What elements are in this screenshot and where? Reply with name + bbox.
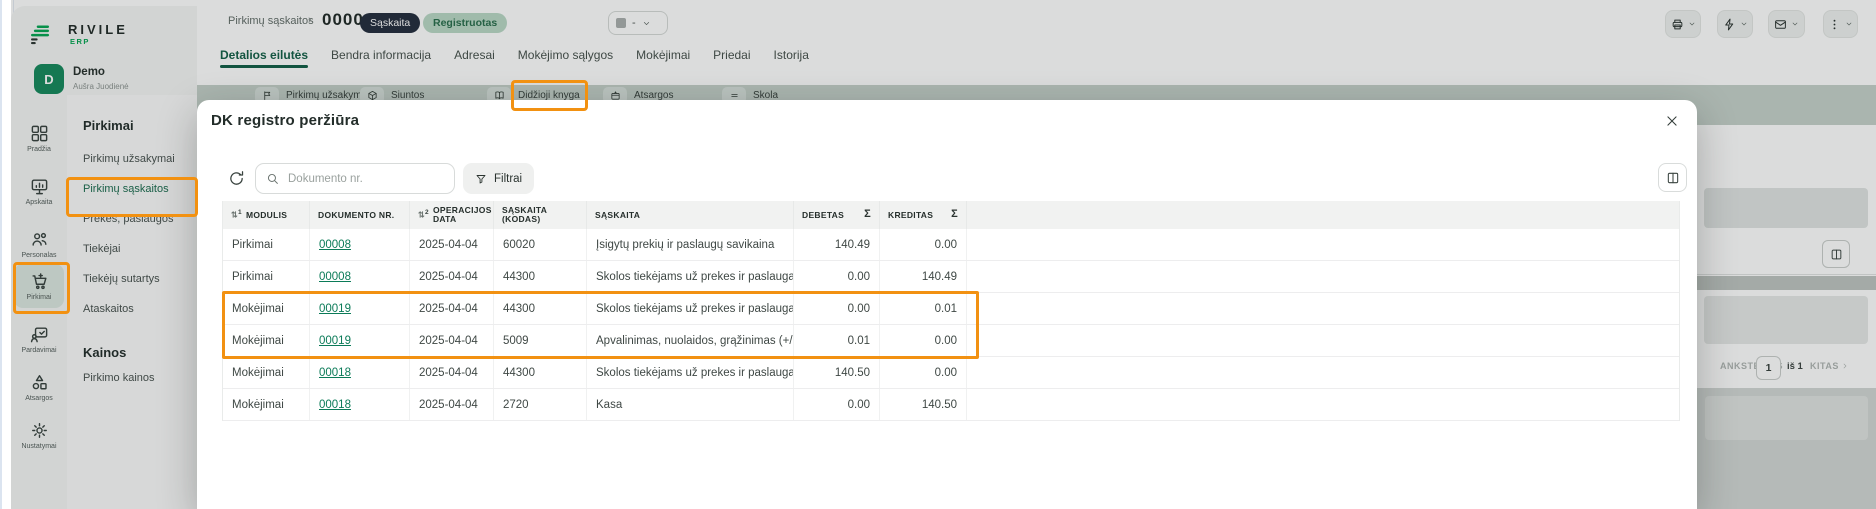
modal-title: DK registro peržiūra <box>211 112 359 129</box>
table-row[interactable]: Pirkimai 00008 2025-04-04 60020 Įsigytų … <box>223 229 1679 261</box>
cell-account-code: 2720 <box>494 389 587 420</box>
cell-credit: 0.00 <box>880 229 967 260</box>
cell-account-name: Kasa <box>587 389 794 420</box>
column-header[interactable]: DEBETAS Σ <box>794 201 880 229</box>
gl-register-table: ⇅1 MODULIS DOKUMENTO NR. ⇅2 OPERACIJOS D… <box>222 201 1680 421</box>
sort-indicator-icon[interactable]: ⇅2 <box>418 210 429 220</box>
columns-settings-button[interactable] <box>1658 163 1687 192</box>
column-label: MODULIS <box>246 211 287 220</box>
document-link[interactable]: 00008 <box>319 239 351 251</box>
document-link[interactable]: 00019 <box>319 335 351 347</box>
dk-register-modal: DK registro peržiūra Filtrai ⇅1 MODULIS … <box>197 100 1697 509</box>
column-header[interactable]: SĄSKAITA <box>587 201 794 229</box>
cell-account-code: 5009 <box>494 325 587 356</box>
table-row[interactable]: Mokėjimai 00019 2025-04-04 44300 Skolos … <box>223 293 1679 325</box>
search-input[interactable] <box>286 172 440 186</box>
column-label: OPERACIJOS DATA <box>433 206 492 224</box>
sort-indicator-icon[interactable]: ⇅1 <box>231 210 242 220</box>
cell-module: Pirkimai <box>223 229 310 260</box>
cell-credit: 0.00 <box>880 357 967 388</box>
cell-account-name: Skolos tiekėjams už prekes ir paslaugas <box>587 293 794 324</box>
cell-account-code: 60020 <box>494 229 587 260</box>
column-header[interactable]: ⇅1 MODULIS <box>223 201 310 229</box>
cell-document: 00018 <box>310 389 410 420</box>
cell-document: 00019 <box>310 325 410 356</box>
cell-module: Mokėjimai <box>223 293 310 324</box>
cell-date: 2025-04-04 <box>410 229 494 260</box>
cell-module: Mokėjimai <box>223 389 310 420</box>
cell-date: 2025-04-04 <box>410 357 494 388</box>
cell-account-name: Skolos tiekėjams už prekes ir paslaugas <box>587 357 794 388</box>
cell-document: 00018 <box>310 357 410 388</box>
column-label: SĄSKAITA <box>595 211 640 220</box>
cell-date: 2025-04-04 <box>410 325 494 356</box>
cell-module: Pirkimai <box>223 261 310 292</box>
table-header-row: ⇅1 MODULIS DOKUMENTO NR. ⇅2 OPERACIJOS D… <box>223 201 1679 229</box>
cell-debit: 140.49 <box>794 229 880 260</box>
cell-account-name: Įsigytų prekių ir paslaugų savikaina <box>587 229 794 260</box>
cell-date: 2025-04-04 <box>410 389 494 420</box>
filters-button[interactable]: Filtrai <box>463 163 534 194</box>
cell-debit: 0.00 <box>794 389 880 420</box>
column-label: DOKUMENTO NR. <box>318 211 394 220</box>
cell-debit: 0.01 <box>794 325 880 356</box>
cell-date: 2025-04-04 <box>410 293 494 324</box>
cell-document: 00019 <box>310 293 410 324</box>
filters-label: Filtrai <box>494 173 522 185</box>
cell-account-name: Apvalinimas, nuolaidos, grąžinimas (+/-) <box>587 325 794 356</box>
cell-credit: 0.01 <box>880 293 967 324</box>
cell-account-code: 44300 <box>494 293 587 324</box>
column-label: SĄSKAITA (KODAS) <box>502 206 578 224</box>
column-header[interactable]: DOKUMENTO NR. <box>310 201 410 229</box>
column-header[interactable]: SĄSKAITA (KODAS) <box>494 201 587 229</box>
cell-filler <box>967 325 1679 356</box>
table-row[interactable]: Pirkimai 00008 2025-04-04 44300 Skolos t… <box>223 261 1679 293</box>
cell-module: Mokėjimai <box>223 357 310 388</box>
refresh-icon[interactable] <box>224 166 249 191</box>
cell-credit: 140.50 <box>880 389 967 420</box>
cell-account-code: 44300 <box>494 357 587 388</box>
cell-credit: 140.49 <box>880 261 967 292</box>
cell-filler <box>967 229 1679 260</box>
table-row[interactable]: Mokėjimai 00019 2025-04-04 5009 Apvalini… <box>223 325 1679 357</box>
cell-filler <box>967 293 1679 324</box>
cell-debit: 140.50 <box>794 357 880 388</box>
column-header[interactable]: ⇅2 OPERACIJOS DATA <box>410 201 494 229</box>
column-label: DEBETAS <box>802 211 844 220</box>
cell-filler <box>967 261 1679 292</box>
cell-document: 00008 <box>310 261 410 292</box>
search-field <box>255 163 455 194</box>
sigma-sum-button[interactable]: Σ <box>864 209 871 221</box>
table-row[interactable]: Mokėjimai 00018 2025-04-04 44300 Skolos … <box>223 357 1679 389</box>
cell-debit: 0.00 <box>794 293 880 324</box>
close-icon[interactable] <box>1661 110 1683 132</box>
cell-account-name: Skolos tiekėjams už prekes ir paslaugas <box>587 261 794 292</box>
cell-module: Mokėjimai <box>223 325 310 356</box>
sigma-sum-button[interactable]: Σ <box>951 209 958 221</box>
cell-document: 00008 <box>310 229 410 260</box>
cell-date: 2025-04-04 <box>410 261 494 292</box>
document-link[interactable]: 00008 <box>319 271 351 283</box>
cell-filler <box>967 389 1679 420</box>
document-link[interactable]: 00019 <box>319 303 351 315</box>
columns-icon <box>1666 171 1680 185</box>
document-link[interactable]: 00018 <box>319 399 351 411</box>
cell-filler <box>967 357 1679 388</box>
document-link[interactable]: 00018 <box>319 367 351 379</box>
search-icon <box>266 172 279 185</box>
cell-account-code: 44300 <box>494 261 587 292</box>
column-header[interactable]: KREDITAS Σ <box>880 201 967 229</box>
cell-debit: 0.00 <box>794 261 880 292</box>
table-body: Pirkimai 00008 2025-04-04 60020 Įsigytų … <box>223 229 1679 421</box>
screenshot-root: { "brand": {"name": "RIVILE", "sub": "ER… <box>0 0 1876 509</box>
table-row[interactable]: Mokėjimai 00018 2025-04-04 2720 Kasa 0.0… <box>223 389 1679 421</box>
column-header[interactable] <box>967 201 1679 229</box>
funnel-icon <box>475 173 487 185</box>
cell-credit: 0.00 <box>880 325 967 356</box>
column-label: KREDITAS <box>888 211 933 220</box>
